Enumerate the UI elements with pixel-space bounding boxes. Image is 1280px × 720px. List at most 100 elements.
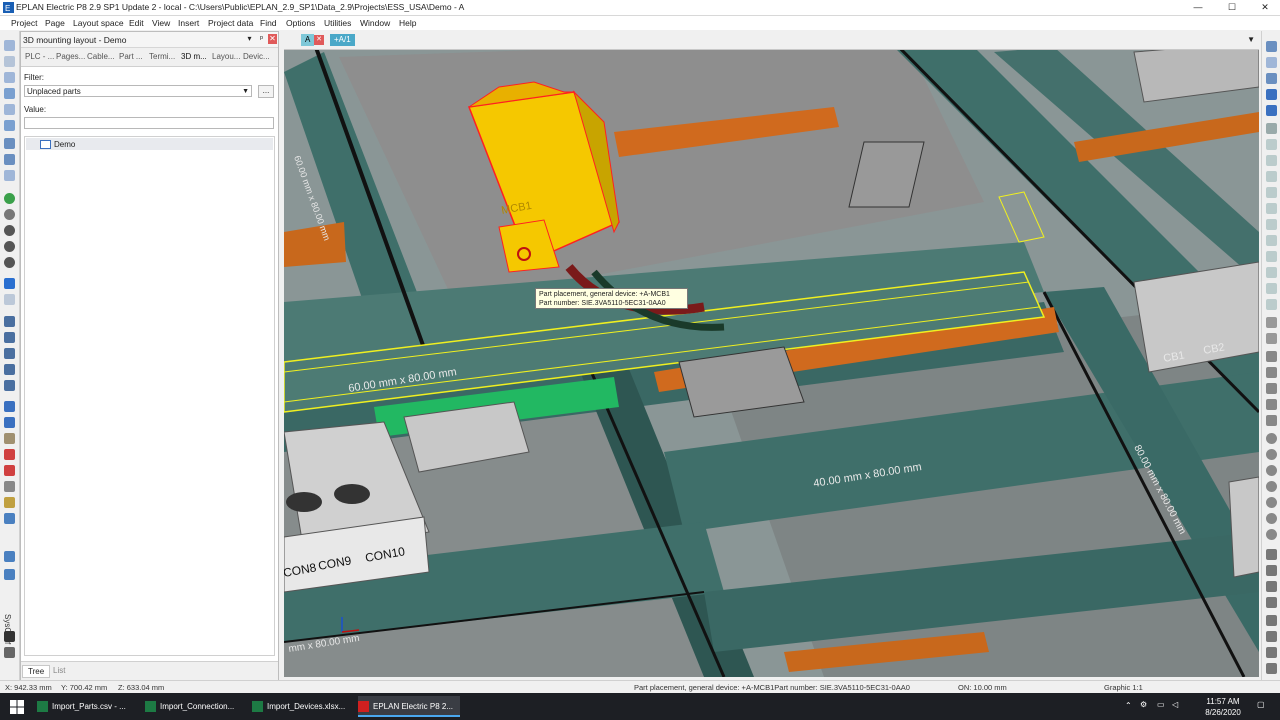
cursor-icon[interactable] — [4, 481, 15, 492]
menu-options[interactable]: Options — [286, 18, 315, 28]
menu-edit[interactable]: Edit — [129, 18, 144, 28]
tab-layout-space-a[interactable]: A — [301, 34, 315, 46]
page-icon[interactable] — [4, 88, 15, 99]
close-icon[interactable]: ✕ — [268, 34, 277, 44]
circle-icon[interactable] — [1266, 449, 1277, 460]
clock-time[interactable]: 11:57 AM — [1200, 697, 1246, 706]
menu-utilities[interactable]: Utilities — [324, 18, 351, 28]
draw-icon[interactable] — [1266, 597, 1277, 608]
page-icon[interactable] — [4, 72, 15, 83]
snap-icon[interactable] — [4, 417, 15, 428]
rectangle-icon[interactable] — [1266, 415, 1277, 426]
page-icon[interactable] — [4, 120, 15, 131]
symbol-icon[interactable] — [1266, 171, 1277, 182]
symbol-icon[interactable] — [1266, 219, 1277, 230]
menu-window[interactable]: Window — [360, 18, 390, 28]
pin-icon[interactable]: ᵖ — [257, 34, 266, 44]
insert-icon[interactable] — [1266, 89, 1277, 100]
rectangle-icon[interactable] — [1266, 399, 1277, 410]
menu-help[interactable]: Help — [399, 18, 416, 28]
page-icon[interactable] — [4, 40, 15, 51]
windows-start-icon[interactable] — [10, 700, 24, 714]
symbol-icon[interactable] — [1266, 299, 1277, 310]
filter-options-button[interactable]: ... — [258, 85, 274, 98]
chevron-down-icon[interactable]: ▾ — [245, 34, 254, 44]
magnet-icon[interactable] — [4, 449, 15, 460]
page-icon[interactable] — [4, 56, 15, 67]
tab-layout[interactable]: Layou... — [212, 52, 240, 61]
symbol-icon[interactable] — [1266, 203, 1277, 214]
clock-date[interactable]: 8/26/2020 — [1200, 708, 1246, 717]
symbol-icon[interactable] — [1266, 283, 1277, 294]
maximize-button[interactable]: ☐ — [1215, 0, 1249, 15]
polyline-icon[interactable] — [1266, 383, 1277, 394]
zoom-in-icon[interactable] — [4, 225, 15, 236]
3d-viewport[interactable]: 60.00 mm x 80.00 mm 60.00 mm x 80.00 mm … — [284, 32, 1259, 677]
menu-find[interactable]: Find — [260, 18, 277, 28]
volume-icon[interactable]: ◁ — [1172, 700, 1178, 709]
dimension-icon[interactable] — [1266, 663, 1277, 674]
taskbar-item-import-devices[interactable]: Import_Devices.xlsx... — [252, 696, 352, 717]
tab-list[interactable]: List — [48, 665, 70, 676]
insert-icon[interactable] — [1266, 105, 1277, 116]
grid-icon[interactable] — [4, 380, 15, 391]
menu-view[interactable]: View — [152, 18, 170, 28]
symbol-icon[interactable] — [1266, 235, 1277, 246]
layer-icon[interactable] — [4, 513, 15, 524]
sysconf-icon[interactable] — [4, 569, 15, 580]
arc-icon[interactable] — [1266, 529, 1277, 540]
forward-arrow-icon[interactable] — [4, 294, 15, 305]
taskbar-item-eplan[interactable]: EPLAN Electric P8 2... — [358, 696, 460, 717]
insert-icon[interactable] — [1266, 41, 1277, 52]
chevron-down-icon[interactable]: ▼ — [1247, 35, 1255, 44]
dimension-icon[interactable] — [1266, 631, 1277, 642]
device-icon[interactable] — [4, 138, 15, 149]
snap-icon[interactable] — [4, 401, 15, 412]
symbol-icon[interactable] — [1266, 123, 1277, 134]
grid-icon[interactable] — [4, 316, 15, 327]
arc-icon[interactable] — [1266, 513, 1277, 524]
menu-project[interactable]: Project — [11, 18, 37, 28]
tab-tree[interactable]: Tree — [22, 665, 51, 678]
circle-icon[interactable] — [1266, 465, 1277, 476]
close-window-button[interactable]: ✕ — [1248, 0, 1280, 15]
tab-terminal[interactable]: Termi... — [149, 52, 175, 61]
tray-app-icon[interactable]: ⚙ — [1140, 700, 1147, 709]
dimension-icon[interactable] — [1266, 647, 1277, 658]
tab-part[interactable]: Part ... — [119, 52, 143, 61]
minimize-button[interactable]: — — [1181, 0, 1215, 15]
line-icon[interactable] — [1266, 351, 1277, 362]
tab-cable[interactable]: Cable... — [87, 52, 115, 61]
grid-icon[interactable] — [4, 332, 15, 343]
tab-3d-mounting[interactable]: 3D m... — [181, 52, 207, 61]
symbol-icon[interactable] — [1266, 155, 1277, 166]
taskbar-item-import-parts[interactable]: Import_Parts.csv - ... — [37, 696, 137, 717]
tab-device[interactable]: Devic... — [243, 52, 270, 61]
tree-item-demo[interactable]: Demo — [26, 138, 273, 150]
menu-project-data[interactable]: Project data — [208, 18, 253, 28]
grid-icon[interactable] — [4, 364, 15, 375]
line-icon[interactable] — [1266, 367, 1277, 378]
page-icon[interactable] — [4, 104, 15, 115]
image-icon[interactable] — [1266, 565, 1277, 576]
menu-layout-space[interactable]: Layout space — [73, 18, 124, 28]
device-icon[interactable] — [4, 170, 15, 181]
device-icon[interactable] — [4, 154, 15, 165]
tab-page-a1[interactable]: +A/1 — [330, 34, 355, 46]
back-arrow-icon[interactable] — [4, 278, 15, 289]
tab-pages[interactable]: Pages... — [56, 52, 85, 61]
snap-icon[interactable] — [1266, 317, 1277, 328]
ellipse-icon[interactable] — [1266, 481, 1277, 492]
symbol-icon[interactable] — [1266, 139, 1277, 150]
symbol-icon[interactable] — [1266, 187, 1277, 198]
zoom-out-icon[interactable] — [4, 241, 15, 252]
menu-insert[interactable]: Insert — [178, 18, 199, 28]
circle-icon[interactable] — [1266, 433, 1277, 444]
menu-page[interactable]: Page — [45, 18, 65, 28]
insert-icon[interactable] — [1266, 73, 1277, 84]
symbol-icon[interactable] — [1266, 267, 1277, 278]
magnet-icon[interactable] — [4, 465, 15, 476]
value-input[interactable] — [24, 117, 274, 129]
tab-plc[interactable]: PLC - ... — [25, 52, 54, 61]
arc-icon[interactable] — [1266, 497, 1277, 508]
